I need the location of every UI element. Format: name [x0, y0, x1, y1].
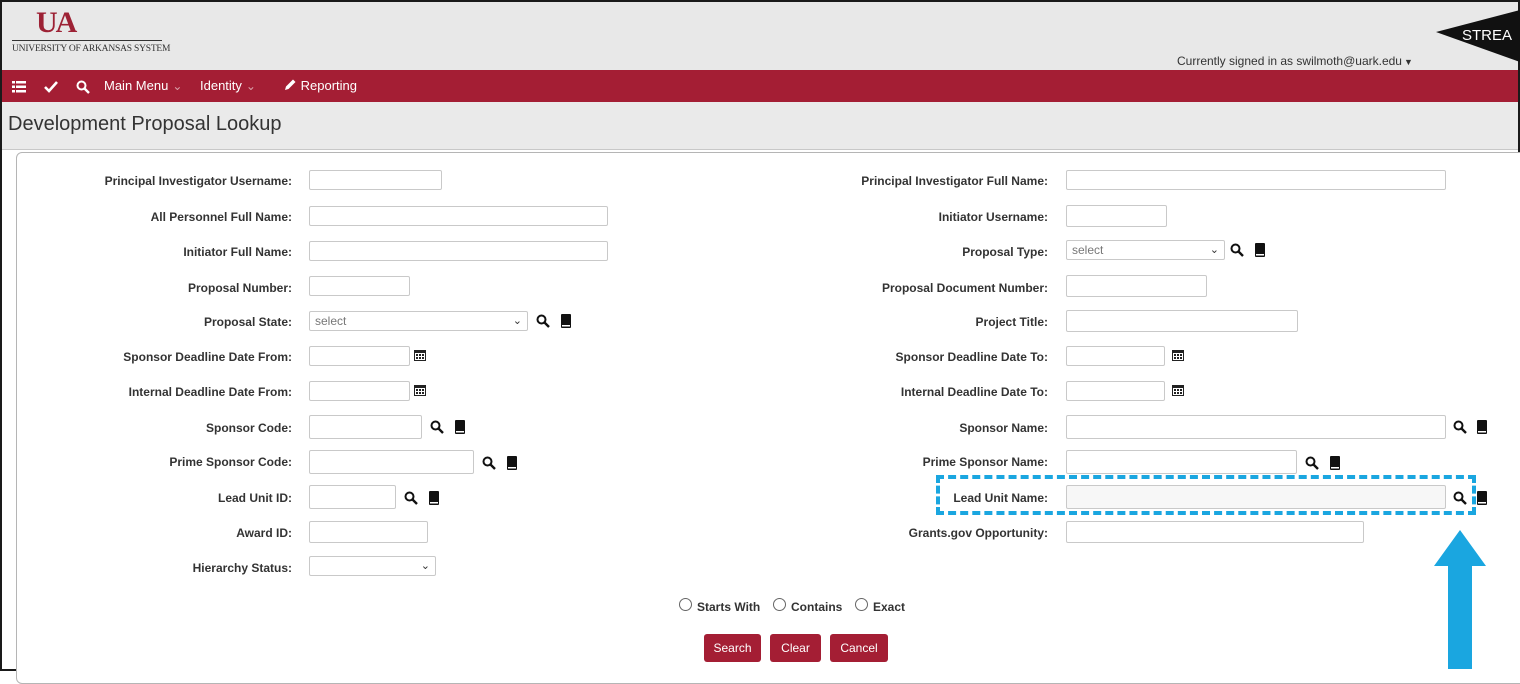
lead-unit-id-book-icon[interactable]	[428, 491, 440, 505]
nav-main-menu[interactable]: Main Menu ⌄	[104, 70, 182, 102]
page-title: Development Proposal Lookup	[8, 113, 282, 135]
chevron-down-icon: ⌄	[512, 315, 522, 327]
lead-unit-id-label: Lead Unit ID:	[218, 491, 292, 505]
signed-in-user[interactable]: Currently signed in as swilmoth@uark.edu…	[1177, 54, 1413, 68]
check-icon[interactable]	[44, 70, 58, 102]
sponsor-name-input[interactable]	[1066, 415, 1446, 439]
logo-text: UNIVERSITY OF ARKANSAS SYSTEM	[12, 44, 171, 54]
nav-identity[interactable]: Identity ⌄	[200, 70, 256, 102]
award-id-input[interactable]	[309, 521, 428, 543]
proposal-number-label: Proposal Number:	[187, 281, 292, 295]
starts-with-label: Starts With	[697, 600, 761, 614]
grants-gov-opportunity-input[interactable]	[1066, 521, 1364, 543]
proposal-type-search-icon[interactable]	[1230, 243, 1244, 257]
pi-full-name-input[interactable]	[1066, 170, 1446, 190]
internal-deadline-from-label: Internal Deadline Date From:	[128, 385, 292, 399]
annotation-arrow-icon	[1434, 530, 1486, 669]
proposal-document-number-input[interactable]	[1066, 275, 1207, 297]
proposal-type-select[interactable]: select ⌄	[1066, 240, 1225, 260]
app-header: UA UNIVERSITY OF ARKANSAS SYSTEM Current…	[2, 2, 1520, 70]
caret-down-icon: ▼	[1403, 57, 1413, 67]
initiator-username-label: Initiator Username:	[938, 210, 1048, 224]
internal-deadline-from-input[interactable]	[309, 381, 410, 401]
lead-unit-name-book-icon[interactable]	[1476, 491, 1488, 505]
proposal-document-number-label: Proposal Document Number:	[881, 281, 1048, 295]
proposal-state-search-icon[interactable]	[536, 314, 550, 328]
starts-with-radio[interactable]	[679, 598, 692, 611]
internal-deadline-to-input[interactable]	[1066, 381, 1165, 401]
sponsor-code-label: Sponsor Code:	[206, 421, 292, 435]
caret-down-icon: ⌄	[245, 79, 256, 93]
all-personnel-label: All Personnel Full Name:	[150, 210, 292, 224]
contains-label: Contains	[791, 600, 843, 614]
project-title-label: Project Title:	[975, 315, 1048, 329]
prime-sponsor-name-search-icon[interactable]	[1305, 456, 1319, 470]
hierarchy-status-label: Hierarchy Status:	[192, 561, 292, 575]
sponsor-name-label: Sponsor Name:	[959, 421, 1048, 435]
initiator-full-name-label: Initiator Full Name:	[183, 245, 292, 259]
calendar-icon[interactable]	[1172, 384, 1184, 396]
proposal-state-label: Proposal State:	[203, 315, 292, 329]
lead-unit-id-input[interactable]	[309, 485, 396, 509]
calendar-icon[interactable]	[414, 384, 426, 396]
search-button[interactable]: Search	[704, 634, 761, 662]
sponsor-deadline-from-label: Sponsor Deadline Date From:	[123, 350, 292, 364]
search-icon[interactable]	[76, 70, 90, 102]
prime-sponsor-name-input[interactable]	[1066, 450, 1297, 474]
initiator-username-input[interactable]	[1066, 205, 1167, 227]
award-id-label: Award ID:	[236, 526, 292, 540]
prime-sponsor-code-input[interactable]	[309, 450, 474, 474]
pencil-icon	[285, 79, 296, 90]
sponsor-deadline-to-label: Sponsor Deadline Date To:	[895, 350, 1048, 364]
sponsor-code-search-icon[interactable]	[430, 420, 444, 434]
caret-down-icon: ⌄	[172, 79, 183, 93]
logo-mark: UA	[36, 6, 77, 39]
user-email: swilmoth@uark.edu	[1296, 54, 1402, 68]
clear-button[interactable]: Clear	[770, 634, 821, 662]
stream-logo-text: STREA	[1462, 27, 1512, 44]
exact-radio[interactable]	[855, 598, 868, 611]
prime-sponsor-name-book-icon[interactable]	[1329, 456, 1341, 470]
proposal-state-select[interactable]: select ⌄	[309, 311, 528, 331]
contains-radio[interactable]	[773, 598, 786, 611]
calendar-icon[interactable]	[414, 349, 426, 361]
project-title-input[interactable]	[1066, 310, 1298, 332]
pi-username-label: Principal Investigator Username:	[104, 174, 292, 188]
nav-reporting[interactable]: Reporting	[284, 70, 357, 102]
sponsor-deadline-from-input[interactable]	[309, 346, 410, 366]
proposal-number-input[interactable]	[309, 276, 410, 296]
all-personnel-input[interactable]	[309, 206, 608, 226]
proposal-state-book-icon[interactable]	[560, 314, 572, 328]
logo-divider	[12, 40, 162, 41]
highlight-box	[936, 475, 1476, 515]
cancel-button[interactable]: Cancel	[830, 634, 888, 662]
main-nav: Main Menu ⌄ Identity ⌄ Reporting	[2, 70, 1518, 102]
stream-logo: STREA	[1436, 10, 1520, 62]
chevron-down-icon: ⌄	[1209, 244, 1219, 256]
lead-unit-id-search-icon[interactable]	[404, 491, 418, 505]
grants-gov-opportunity-label: Grants.gov Opportunity:	[908, 526, 1048, 540]
pi-full-name-label: Principal Investigator Full Name:	[861, 174, 1048, 188]
proposal-type-label: Proposal Type:	[962, 245, 1048, 259]
prime-sponsor-name-label: Prime Sponsor Name:	[922, 455, 1048, 469]
pi-username-input[interactable]	[309, 170, 442, 190]
calendar-icon[interactable]	[1172, 349, 1184, 361]
chevron-down-icon: ⌄	[420, 560, 430, 572]
sponsor-code-input[interactable]	[309, 415, 422, 439]
sponsor-name-book-icon[interactable]	[1476, 420, 1488, 434]
prime-sponsor-code-book-icon[interactable]	[506, 456, 518, 470]
hierarchy-status-select[interactable]: ⌄	[309, 556, 436, 576]
proposal-type-book-icon[interactable]	[1254, 243, 1266, 257]
page-title-bar: Development Proposal Lookup	[2, 102, 1518, 150]
signed-in-prefix: Currently signed in as	[1177, 54, 1294, 68]
prime-sponsor-code-search-icon[interactable]	[482, 456, 496, 470]
sponsor-deadline-to-input[interactable]	[1066, 346, 1165, 366]
sponsor-code-book-icon[interactable]	[454, 420, 466, 434]
prime-sponsor-code-label: Prime Sponsor Code:	[169, 455, 292, 469]
list-icon[interactable]	[12, 70, 26, 102]
sponsor-name-search-icon[interactable]	[1453, 420, 1467, 434]
exact-label: Exact	[873, 600, 906, 614]
initiator-full-name-input[interactable]	[309, 241, 608, 261]
internal-deadline-to-label: Internal Deadline Date To:	[900, 385, 1048, 399]
